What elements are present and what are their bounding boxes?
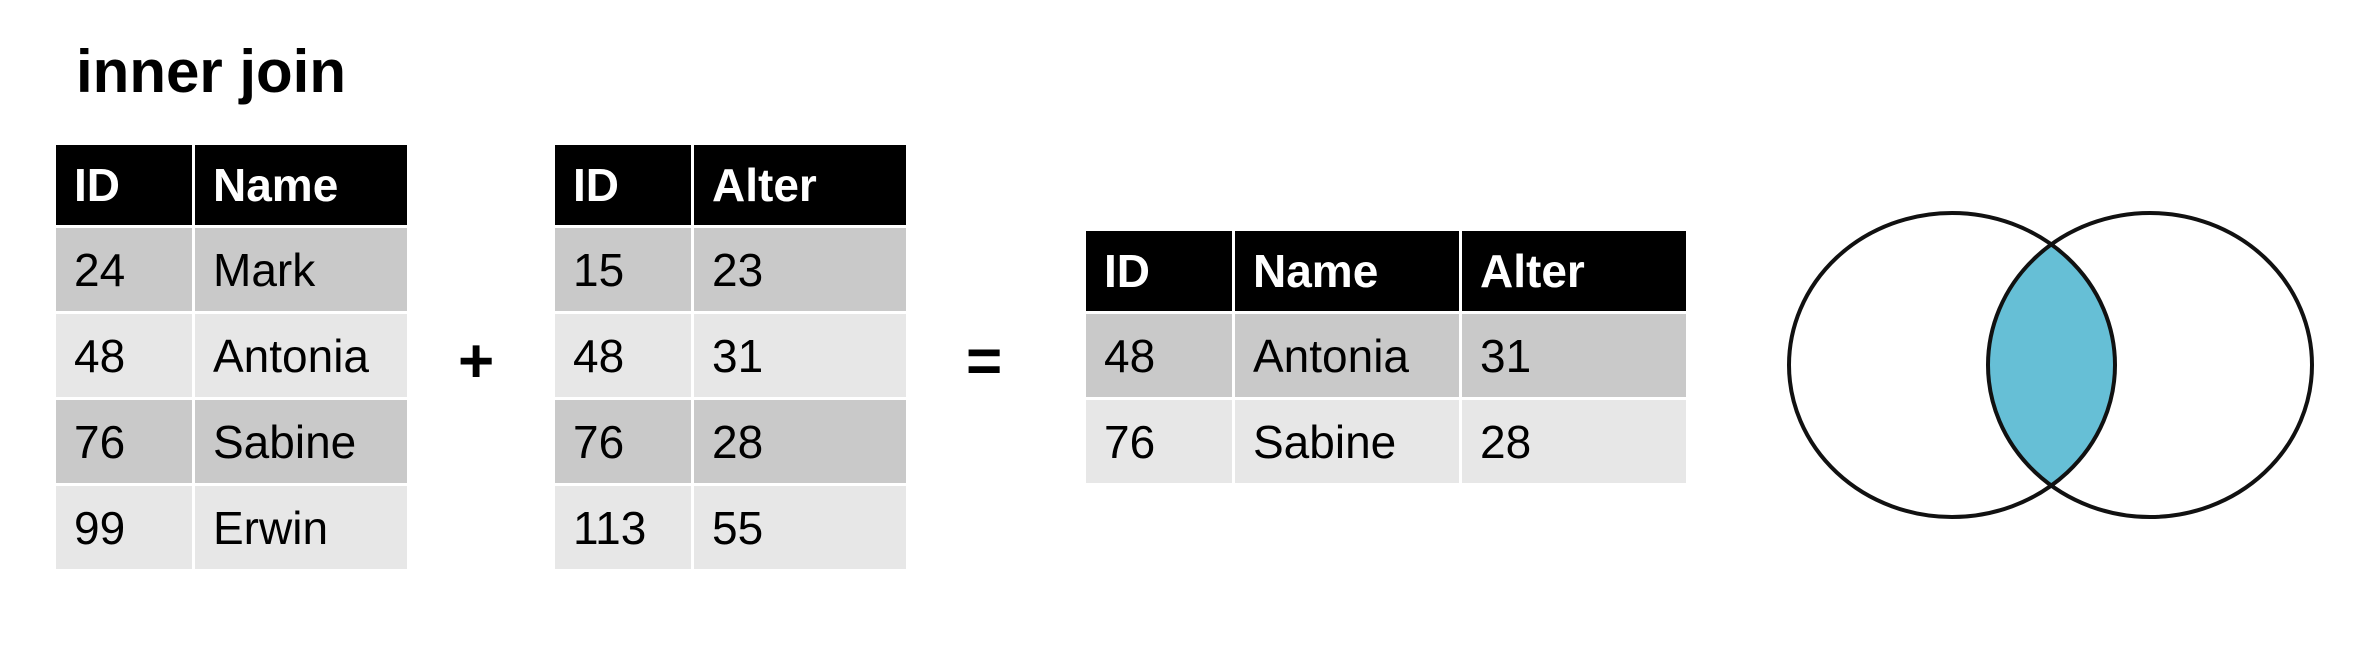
equals-operator: = — [966, 327, 1003, 396]
table-row: 24 Mark — [56, 228, 407, 311]
table-header-row: ID Name — [56, 145, 407, 225]
plus-operator: + — [458, 327, 495, 396]
venn-diagram — [1787, 211, 2314, 519]
column-header-name: Name — [195, 145, 407, 225]
table-row: 48 Antonia 31 — [1086, 314, 1686, 397]
table-cell: 31 — [1462, 314, 1686, 397]
column-header-name: Name — [1235, 231, 1459, 311]
table-row: 99 Erwin — [56, 486, 407, 569]
table-row: 76 Sabine — [56, 400, 407, 483]
table-row: 113 55 — [555, 486, 906, 569]
right-table: ID Alter 15 23 48 31 76 28 113 55 — [552, 142, 909, 572]
table-row: 76 Sabine 28 — [1086, 400, 1686, 483]
table-cell: Erwin — [195, 486, 407, 569]
left-table: ID Name 24 Mark 48 Antonia 76 Sabine 99 … — [53, 142, 410, 572]
table-cell: 99 — [56, 486, 192, 569]
column-header-id: ID — [555, 145, 691, 225]
table-header-row: ID Name Alter — [1086, 231, 1686, 311]
table-row: 48 Antonia — [56, 314, 407, 397]
page-title: inner join — [76, 38, 346, 105]
table-row: 48 31 — [555, 314, 906, 397]
table-cell: 55 — [694, 486, 906, 569]
table-cell: 28 — [694, 400, 906, 483]
column-header-id: ID — [1086, 231, 1232, 311]
table-cell: 15 — [555, 228, 691, 311]
table-cell: 48 — [56, 314, 192, 397]
table-cell: 24 — [56, 228, 192, 311]
table-cell: 48 — [555, 314, 691, 397]
table-cell: 31 — [694, 314, 906, 397]
column-header-alter: Alter — [694, 145, 906, 225]
column-header-id: ID — [56, 145, 192, 225]
table-cell: 23 — [694, 228, 906, 311]
table-cell: Antonia — [195, 314, 407, 397]
table-cell: Sabine — [195, 400, 407, 483]
table-row: 76 28 — [555, 400, 906, 483]
result-table: ID Name Alter 48 Antonia 31 76 Sabine 28 — [1083, 228, 1689, 486]
table-row: 15 23 — [555, 228, 906, 311]
column-header-alter: Alter — [1462, 231, 1686, 311]
table-cell: 76 — [555, 400, 691, 483]
table-cell: 28 — [1462, 400, 1686, 483]
table-cell: 48 — [1086, 314, 1232, 397]
table-cell: Antonia — [1235, 314, 1459, 397]
table-header-row: ID Alter — [555, 145, 906, 225]
table-cell: 113 — [555, 486, 691, 569]
table-cell: Sabine — [1235, 400, 1459, 483]
table-cell: Mark — [195, 228, 407, 311]
table-cell: 76 — [1086, 400, 1232, 483]
table-cell: 76 — [56, 400, 192, 483]
